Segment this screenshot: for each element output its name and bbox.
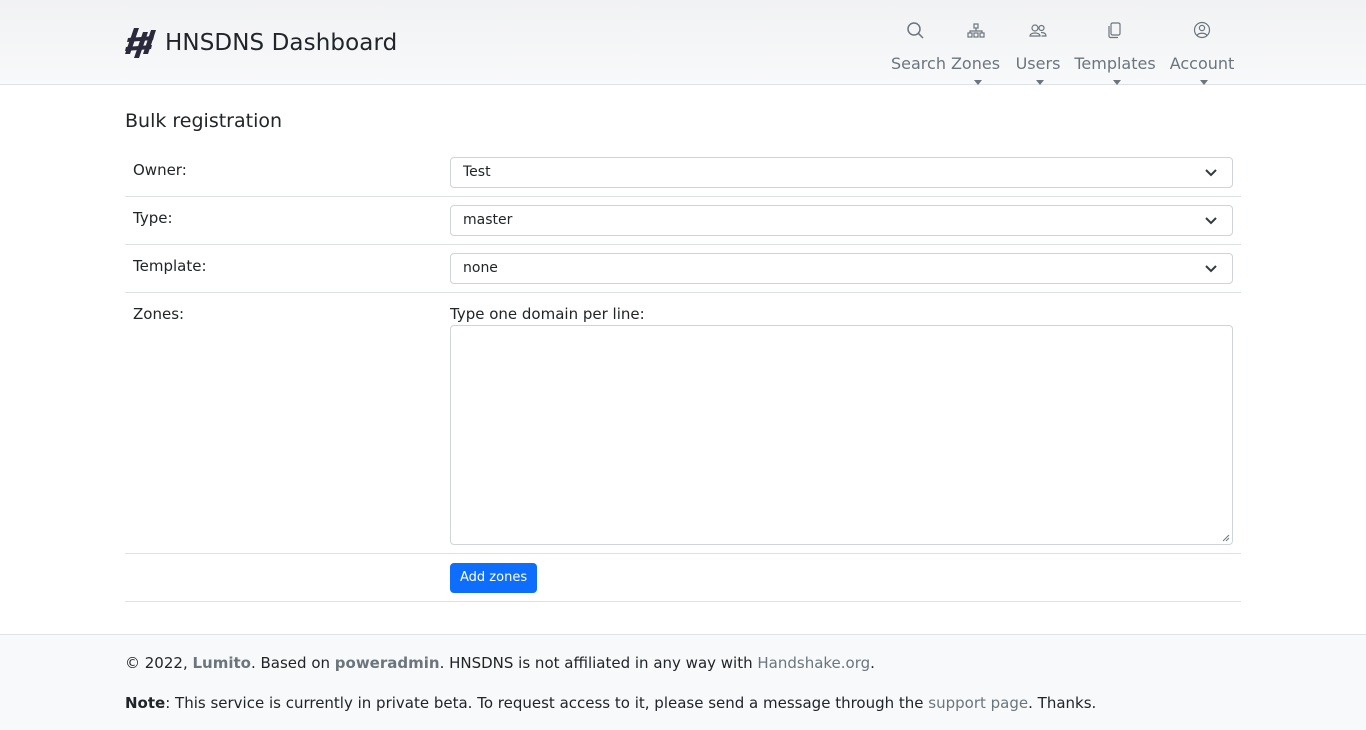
bulk-registration-form: Owner: Test Type: master Template: none …	[125, 149, 1241, 602]
nav-search[interactable]: Search	[891, 18, 946, 73]
template-label: Template:	[133, 257, 207, 275]
note-text: : This service is currently in private b…	[165, 694, 929, 712]
caret-down-icon	[1113, 80, 1121, 85]
footer: © 2022, Lumito. Based on poweradmin. HNS…	[0, 634, 1366, 730]
type-select[interactable]: master	[450, 205, 1233, 236]
owner-select-value: Test	[463, 164, 491, 180]
template-row: Template: none	[125, 245, 1241, 293]
page-title: Bulk registration	[125, 110, 283, 132]
nav-search-label: Search	[891, 54, 946, 73]
nav-account-label: Account	[1169, 54, 1235, 73]
sitemap-icon	[966, 23, 985, 38]
owner-row: Owner: Test	[125, 149, 1241, 197]
search-icon	[907, 22, 924, 39]
submit-row: Add zones	[125, 554, 1241, 602]
footer-copyright-line: © 2022, Lumito. Based on poweradmin. HNS…	[125, 654, 875, 672]
caret-down-icon	[1036, 80, 1044, 85]
support-page-link[interactable]: support page	[928, 694, 1028, 712]
nav-account-dropdown[interactable]: Account	[1166, 18, 1238, 92]
based-on-text: . Based on	[250, 654, 335, 672]
type-row: Type: master	[125, 197, 1241, 245]
resize-handle-icon[interactable]	[1220, 532, 1230, 542]
lumito-link[interactable]: Lumito	[192, 654, 250, 672]
copy-icon	[1108, 22, 1121, 39]
zones-row: Zones: Type one domain per line:	[125, 293, 1241, 554]
hnsdns-logo-icon	[125, 28, 156, 58]
caret-down-icon	[973, 80, 982, 85]
zones-label: Zones:	[133, 305, 185, 323]
nav-templates-label: Templates	[1074, 54, 1156, 73]
period-text: .	[870, 654, 875, 672]
copyright-text: © 2022,	[125, 654, 193, 672]
brand-link[interactable]: HNSDNS Dashboard	[125, 25, 397, 61]
owner-label: Owner:	[133, 161, 187, 179]
caret-down-icon	[1200, 80, 1208, 85]
nav-users-label: Users	[1015, 54, 1061, 73]
chevron-down-icon	[1205, 265, 1217, 273]
note-end-text: . Thanks.	[1028, 694, 1097, 712]
nav-templates-dropdown[interactable]: Templates	[1071, 18, 1159, 92]
zones-hint: Type one domain per line:	[450, 305, 645, 323]
poweradmin-link[interactable]: poweradmin	[335, 654, 440, 672]
template-select[interactable]: none	[450, 253, 1233, 284]
user-circle-icon	[1193, 21, 1211, 39]
brand-title: HNSDNS Dashboard	[165, 30, 398, 56]
chevron-down-icon	[1205, 169, 1217, 177]
type-select-value: master	[463, 212, 513, 228]
users-icon	[1029, 24, 1047, 37]
not-affiliated-text: . HNSDNS is not affiliated in any way wi…	[439, 654, 758, 672]
nav-zones-dropdown[interactable]: Zones	[947, 18, 1004, 92]
owner-select[interactable]: Test	[450, 157, 1233, 188]
navbar: HNSDNS Dashboard Search Zones Users Temp…	[0, 0, 1366, 85]
add-zones-button[interactable]: Add zones	[450, 563, 538, 593]
template-select-value: none	[463, 260, 498, 276]
nav-zones-label: Zones	[950, 54, 1001, 73]
type-label: Type:	[133, 209, 173, 227]
footer-note-line: Note: This service is currently in priva…	[125, 694, 1096, 712]
zones-textarea[interactable]	[450, 325, 1233, 545]
chevron-down-icon	[1205, 217, 1217, 225]
nav-users-dropdown[interactable]: Users	[1011, 18, 1065, 92]
handshake-link[interactable]: Handshake.org	[757, 654, 870, 672]
note-label: Note	[125, 694, 166, 712]
